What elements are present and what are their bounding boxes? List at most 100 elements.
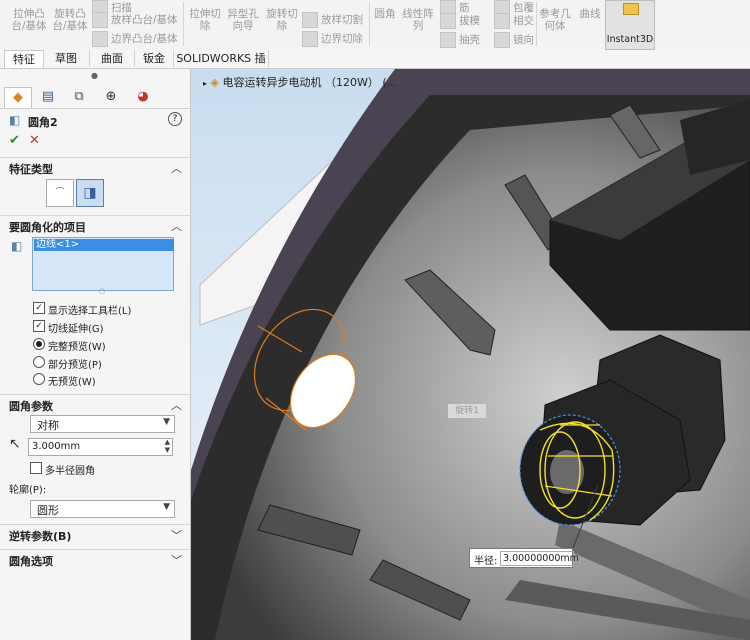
fillet-params-section-header[interactable]: 圆角参数 ︿ (0, 394, 190, 415)
boundary-cut-icon (302, 31, 318, 47)
help-icon[interactable]: ? (168, 112, 182, 126)
feature-tree-root[interactable]: ▸ ◈ 电容运转异步电动机 （120W） (... (203, 74, 397, 90)
instant3d-button[interactable]: Instant3D (605, 0, 655, 50)
panel-grip-icon[interactable]: ● (91, 71, 98, 80)
constant-size-fillet-icon[interactable]: ⌒ (46, 179, 74, 207)
ribbon-separator (369, 2, 370, 46)
no-preview-label: 无预览(W) (48, 377, 96, 388)
mirror-button[interactable]: 镜向 (494, 32, 534, 48)
linear-pattern-button[interactable]: 线性阵 列 (400, 8, 436, 32)
chevron-up-icon: ︿ (171, 399, 182, 412)
command-manager-tabs: 特征 草图 曲面 钣金 SOLIDWORKS 插件 (0, 50, 750, 82)
feature-hover-tooltip: 旋转1 (448, 404, 486, 418)
tab-sketch[interactable]: 草图 (43, 50, 90, 67)
curves-label: 曲线 (579, 8, 601, 20)
loft-label: 放样凸台/基体 (111, 14, 178, 26)
hole-wizard-button[interactable]: 异型孔 向导 (224, 8, 262, 32)
profile-value: 圆形 (37, 504, 59, 517)
fillet-button[interactable]: 圆角 (372, 8, 398, 20)
extrude-cut-button[interactable]: 拉伸切 除 (186, 8, 224, 32)
full-preview-radio[interactable] (33, 338, 45, 350)
revolve-boss-button[interactable]: 旋转凸 台/基体 (50, 8, 90, 32)
extrude-boss-button[interactable]: 拉伸凸 台/基体 (6, 8, 52, 32)
ok-button[interactable]: ✔ (9, 133, 20, 148)
show-toolbar-label: 显示选择工具栏(L) (48, 306, 132, 317)
part-icon: ◈ (210, 76, 219, 89)
property-manager-panel: ● ◆ ▤ ⧉ ⊕ ◕ ◧ 圆角2 ? ✔ ✕ 特征类型 ︿ ⌒ ◨ 要圆角化的… (0, 69, 191, 640)
shell-icon (440, 32, 456, 48)
fillet-options-section-header[interactable]: 圆角选项 ﹀ (0, 549, 190, 570)
shell-button[interactable]: 抽壳 (440, 32, 480, 48)
tangent-propagation-label: 切线延伸(G) (48, 324, 104, 335)
items-section-header[interactable]: 要圆角化的项目 ︿ (0, 215, 190, 236)
display-manager-tab-icon[interactable]: ◕ (130, 87, 156, 107)
fillet-feature-icon: ◧ (9, 113, 21, 127)
fillet-params-header-label: 圆角参数 (9, 400, 53, 413)
mirror-label: 镜向 (513, 34, 534, 46)
radius-callout[interactable]: 半径: 3.00000000mm (469, 548, 579, 568)
revolve-boss-label: 旋转凸 台/基体 (52, 8, 88, 32)
boundary-icon (92, 31, 108, 47)
loft-boss-button[interactable]: 放样凸台/基体 (92, 12, 178, 28)
revolve-cut-button[interactable]: 旋转切 除 (262, 8, 302, 32)
part-name-label: 电容运转异步电动机 （120W） (... (222, 76, 398, 89)
reverse-params-section-header[interactable]: 逆转参数(B) ﹀ (0, 524, 190, 545)
tab-solidworks-addins[interactable]: SOLIDWORKS 插件 (174, 50, 269, 82)
expand-arrow-icon[interactable]: ▸ (203, 79, 207, 88)
configuration-manager-tab-icon[interactable]: ⧉ (66, 87, 92, 107)
resize-grip-icon[interactable]: ○ (99, 287, 105, 295)
extrude-boss-label: 拉伸凸 台/基体 (11, 8, 47, 32)
instant3d-label: Instant3D (606, 34, 654, 45)
show-toolbar-checkbox[interactable]: ✓ (33, 302, 45, 314)
curves-button[interactable]: 曲线 (576, 8, 604, 20)
intersect-button[interactable]: 相交 (494, 13, 534, 29)
radius-callout-input[interactable]: 3.00000000mm (500, 551, 579, 566)
reference-geometry-button[interactable]: 参考几 何体 (538, 8, 572, 32)
draft-button[interactable]: 拔模 (440, 13, 480, 29)
chevron-down-icon: ▼ (163, 417, 170, 427)
radius-input[interactable]: 3.000mm ▲ ▼ (28, 438, 173, 456)
feature-manager-tab-icon[interactable]: ◆ (4, 87, 32, 108)
feature-type-header-label: 特征类型 (9, 163, 53, 176)
boundary-label: 边界凸台/基体 (111, 33, 178, 45)
panel-title: 圆角2 (28, 116, 58, 129)
linear-pattern-label: 线性阵 列 (402, 8, 434, 32)
loft-icon (92, 12, 108, 28)
draft-label: 拔模 (459, 15, 480, 27)
intersect-label: 相交 (513, 15, 534, 27)
variable-size-fillet-icon[interactable]: ◨ (76, 179, 104, 207)
edge-selection-list[interactable]: 边线<1> (32, 237, 174, 291)
full-preview-label: 完整预览(W) (48, 342, 106, 353)
tangent-propagation-checkbox[interactable]: ✓ (33, 320, 45, 332)
no-preview-radio[interactable] (33, 373, 45, 385)
extrude-cut-label: 拉伸切 除 (189, 8, 221, 32)
radius-callout-label: 半径: (474, 556, 498, 567)
fillet-label: 圆角 (374, 8, 396, 20)
fillet-method-dropdown[interactable]: 对称 ▼ (30, 415, 175, 433)
radius-spinner-icon[interactable]: ▲ ▼ (165, 438, 170, 454)
intersect-icon (494, 13, 510, 29)
tab-features[interactable]: 特征 (4, 50, 44, 68)
feature-type-section-header[interactable]: 特征类型 ︿ (0, 157, 190, 178)
selected-edge-item[interactable]: 边线<1> (34, 239, 174, 251)
boundary-boss-button[interactable]: 边界凸台/基体 (92, 31, 178, 47)
multi-radius-label: 多半径圆角 (45, 466, 95, 477)
reverse-params-header-label: 逆转参数(B) (9, 530, 72, 543)
boundary-cut-button[interactable]: 边界切除 (302, 31, 363, 47)
partial-preview-radio[interactable] (33, 356, 45, 368)
loft-cut-label: 放样切割 (321, 14, 363, 26)
dimxpert-tab-icon[interactable]: ⊕ (98, 87, 124, 107)
tab-sheet-metal[interactable]: 钣金 (135, 50, 174, 67)
loft-cut-button[interactable]: 放样切割 (302, 12, 363, 28)
profile-dropdown[interactable]: 圆形 ▼ (30, 500, 175, 518)
multi-radius-checkbox[interactable] (30, 462, 42, 474)
chevron-down-icon: ﹀ (171, 529, 182, 542)
fillet-options-header-label: 圆角选项 (9, 555, 53, 568)
chevron-down-icon: ▼ (163, 502, 170, 512)
cancel-button[interactable]: ✕ (29, 133, 40, 148)
items-header-label: 要圆角化的项目 (9, 221, 86, 234)
tab-surfaces[interactable]: 曲面 (90, 50, 135, 67)
radius-value: 3.000mm (32, 441, 81, 452)
property-manager-tab-icon[interactable]: ▤ (35, 87, 61, 107)
partial-preview-label: 部分预览(P) (48, 360, 102, 371)
